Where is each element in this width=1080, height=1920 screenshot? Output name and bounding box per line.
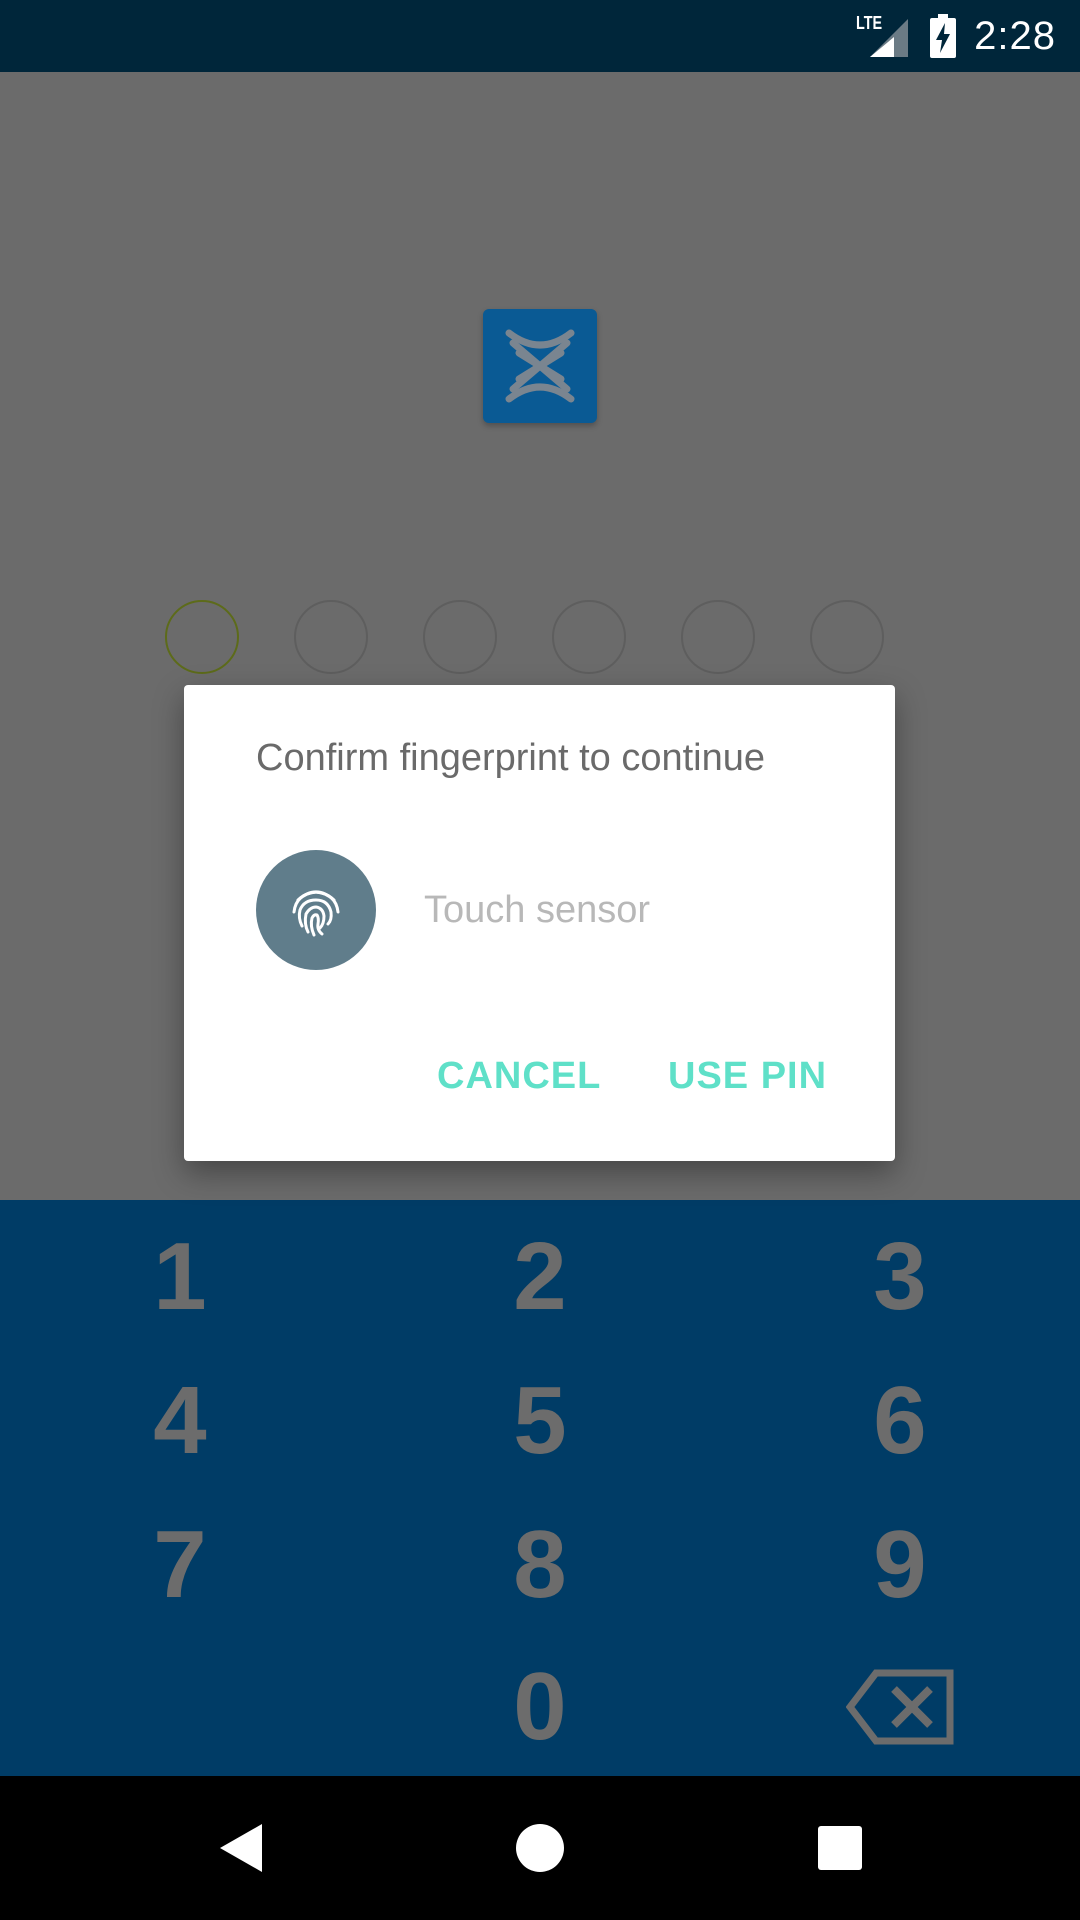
key-2[interactable]: 2: [440, 1212, 640, 1342]
home-button[interactable]: [510, 1822, 570, 1874]
logo-mark-icon: [505, 329, 575, 403]
key-4[interactable]: 4: [80, 1356, 280, 1486]
back-icon: [220, 1824, 262, 1872]
battery-charging-icon: [930, 14, 957, 58]
pin-dot: [810, 600, 884, 674]
cancel-button[interactable]: CANCEL: [437, 1055, 601, 1098]
pin-keypad: 1 2 3 4 5 6 7 8 9 0: [0, 1200, 1080, 1776]
app-logo: [483, 309, 597, 423]
fingerprint-badge: [256, 850, 376, 970]
status-time: 2:28: [974, 13, 1056, 58]
navigation-bar: [0, 1776, 1080, 1920]
back-button[interactable]: [210, 1822, 270, 1874]
recents-button[interactable]: [810, 1822, 870, 1874]
pin-dot: [681, 600, 755, 674]
pin-dot: [423, 600, 497, 674]
lte-signal-icon: LTE: [856, 13, 912, 59]
backspace-button[interactable]: [800, 1642, 1000, 1772]
key-1[interactable]: 1: [80, 1212, 280, 1342]
pin-dot: [552, 600, 626, 674]
dialog-title: Confirm fingerprint to continue: [256, 737, 766, 779]
pin-dot: [294, 600, 368, 674]
fingerprint-dialog: Confirm fingerprint to continue Touch se…: [184, 685, 895, 1161]
key-8[interactable]: 8: [440, 1500, 640, 1630]
key-5[interactable]: 5: [440, 1356, 640, 1486]
pin-dot: [165, 600, 239, 674]
key-0[interactable]: 0: [440, 1642, 640, 1772]
key-9[interactable]: 9: [800, 1500, 1000, 1630]
home-icon: [516, 1824, 564, 1872]
key-7[interactable]: 7: [80, 1500, 280, 1630]
backspace-icon: [846, 1669, 954, 1745]
status-bar: LTE 2:28: [0, 0, 1080, 72]
pin-indicator: [0, 600, 1080, 674]
fingerprint-status: Touch sensor: [424, 889, 651, 931]
key-3[interactable]: 3: [800, 1212, 1000, 1342]
fingerprint-icon: [292, 890, 340, 937]
recents-icon: [818, 1826, 862, 1870]
key-6[interactable]: 6: [800, 1356, 1000, 1486]
status-icons: LTE 2:28: [856, 0, 1056, 72]
use-pin-button[interactable]: USE PIN: [668, 1055, 827, 1098]
